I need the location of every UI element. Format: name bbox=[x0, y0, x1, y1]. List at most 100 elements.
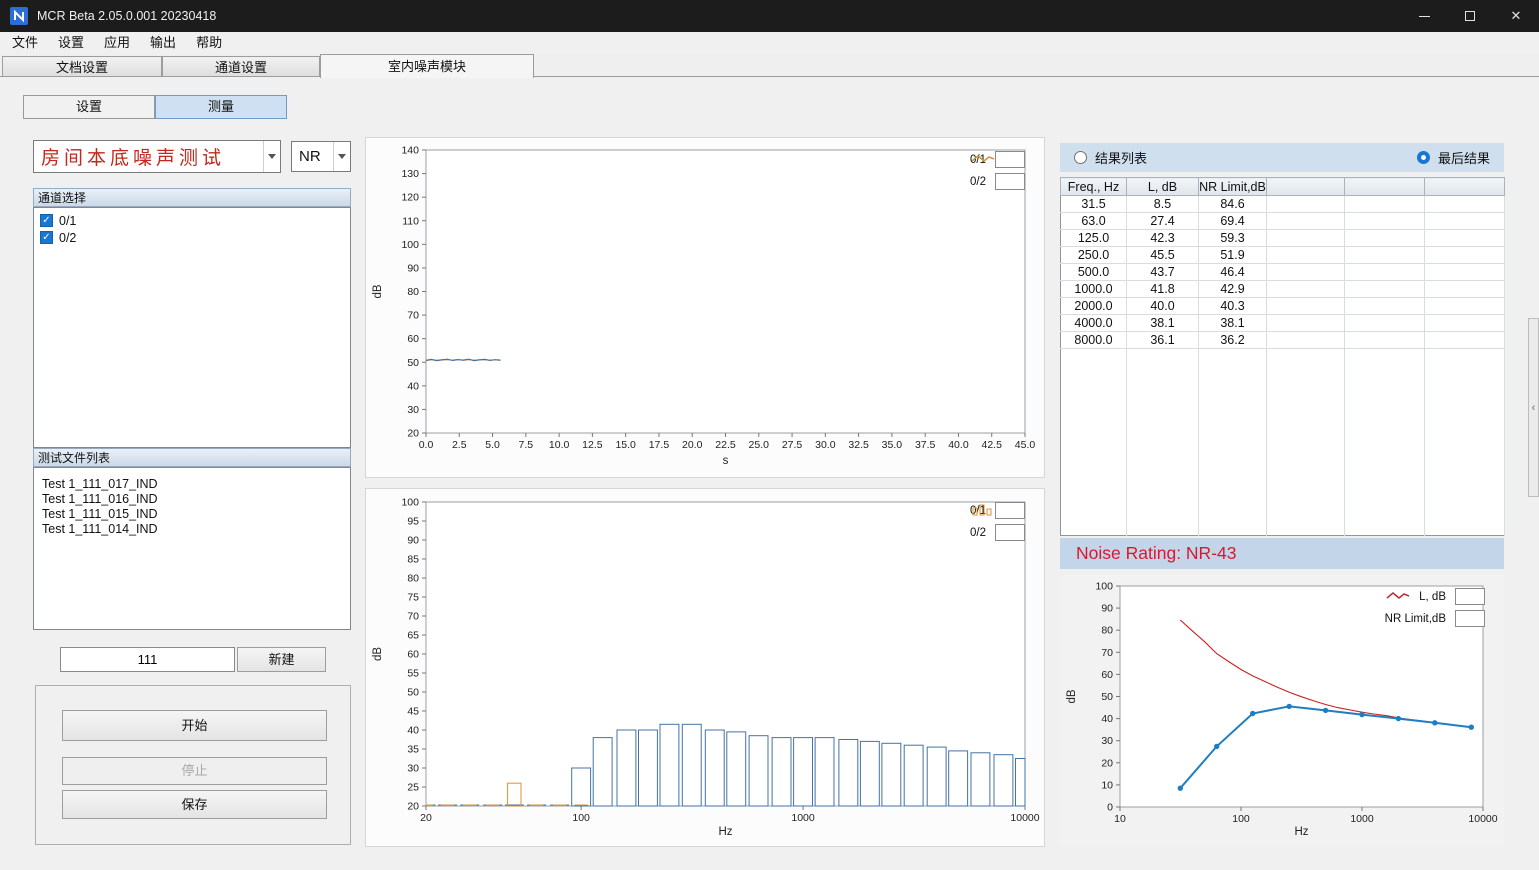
save-button[interactable]: 保存 bbox=[62, 790, 327, 819]
subtab[interactable]: 测量 bbox=[155, 95, 287, 119]
svg-text:s: s bbox=[723, 455, 729, 467]
minimize-button[interactable] bbox=[1401, 0, 1447, 32]
chevron-down-icon bbox=[338, 154, 346, 159]
table-cell bbox=[1425, 230, 1505, 247]
rating-type-combobox[interactable]: NR bbox=[291, 141, 351, 172]
svg-text:50: 50 bbox=[1101, 691, 1113, 703]
table-cell bbox=[1345, 298, 1425, 315]
svg-text:80: 80 bbox=[407, 573, 419, 585]
table-row[interactable]: 125.042.359.3 bbox=[1061, 230, 1505, 247]
table-row[interactable]: 1000.041.842.9 bbox=[1061, 281, 1505, 298]
svg-text:65: 65 bbox=[407, 630, 419, 642]
maximize-icon bbox=[1465, 11, 1475, 21]
svg-text:50: 50 bbox=[407, 357, 419, 369]
svg-text:20: 20 bbox=[1101, 757, 1113, 769]
file-list-item[interactable]: Test 1_111_015_IND bbox=[34, 507, 350, 522]
time-history-chart[interactable]: 20304050607080901001101201301400.02.55.0… bbox=[365, 137, 1045, 478]
table-cell: 250.0 bbox=[1061, 247, 1127, 264]
svg-text:40.0: 40.0 bbox=[948, 439, 969, 451]
spectrum-chart[interactable]: 2025303540455055606570758085909510020100… bbox=[365, 488, 1045, 847]
svg-text:10.0: 10.0 bbox=[549, 439, 570, 451]
new-button[interactable]: 新建 bbox=[237, 647, 326, 672]
menu-item[interactable]: 输出 bbox=[140, 32, 186, 54]
file-list-item[interactable]: Test 1_111_017_IND bbox=[34, 477, 350, 492]
minimize-icon bbox=[1419, 16, 1430, 17]
svg-text:10000: 10000 bbox=[1010, 812, 1039, 824]
collapse-panel-handle[interactable]: ‹ bbox=[1528, 318, 1539, 497]
chart-legend: 0/10/2 bbox=[970, 502, 1025, 541]
noise-rating-banner: Noise Rating: NR-43 bbox=[1060, 538, 1504, 569]
svg-text:dB: dB bbox=[372, 284, 384, 298]
menu-item[interactable]: 应用 bbox=[94, 32, 140, 54]
channel-listbox[interactable]: 0/10/2 bbox=[33, 207, 351, 448]
table-cell bbox=[1425, 213, 1505, 230]
table-row[interactable]: 8000.036.136.2 bbox=[1061, 332, 1505, 349]
legend-sample-line-icon[interactable] bbox=[1455, 610, 1485, 627]
table-header-cell[interactable] bbox=[1425, 178, 1505, 196]
file-name-input[interactable] bbox=[60, 647, 235, 672]
menu-item[interactable]: 文件 bbox=[2, 32, 48, 54]
legend-entry: 0/2 bbox=[970, 173, 1025, 190]
svg-text:40: 40 bbox=[407, 380, 419, 392]
radio-last-result[interactable]: 最后结果 bbox=[1417, 148, 1490, 167]
file-list-item[interactable]: Test 1_111_014_IND bbox=[34, 522, 350, 537]
channel-item[interactable]: 0/2 bbox=[34, 229, 350, 246]
table-cell bbox=[1267, 264, 1345, 281]
main-tab[interactable]: 通道设置 bbox=[162, 56, 320, 77]
table-header-cell[interactable] bbox=[1267, 178, 1345, 196]
channel-item[interactable]: 0/1 bbox=[34, 212, 350, 229]
svg-text:80: 80 bbox=[1101, 625, 1113, 637]
svg-text:60: 60 bbox=[407, 333, 419, 345]
table-row[interactable]: 31.58.584.6 bbox=[1061, 196, 1505, 213]
checkbox-checked-icon[interactable] bbox=[40, 214, 53, 227]
table-cell bbox=[1267, 196, 1345, 213]
table-header-cell[interactable]: NR Limit,dB bbox=[1199, 178, 1267, 196]
legend-sample-line-icon[interactable] bbox=[995, 173, 1025, 190]
table-row[interactable]: 4000.038.138.1 bbox=[1061, 315, 1505, 332]
legend-sample-bars-icon[interactable] bbox=[995, 524, 1025, 541]
table-row[interactable]: 500.043.746.4 bbox=[1061, 264, 1505, 281]
tabstrip: 文档设置通道设置室内噪声模块 bbox=[0, 54, 1539, 77]
main-tab[interactable]: 文档设置 bbox=[2, 56, 162, 77]
test-type-combobox[interactable]: 房间本底噪声测试 bbox=[33, 140, 281, 173]
table-header-cell[interactable]: L, dB bbox=[1127, 178, 1199, 196]
combo-dropdown-button[interactable] bbox=[263, 141, 280, 172]
menu-item[interactable]: 帮助 bbox=[186, 32, 232, 54]
table-row[interactable]: 250.045.551.9 bbox=[1061, 247, 1505, 264]
combo-dropdown-button[interactable] bbox=[333, 142, 350, 171]
svg-text:100: 100 bbox=[401, 497, 419, 509]
main-tab[interactable]: 室内噪声模块 bbox=[320, 54, 534, 78]
table-cell bbox=[1345, 247, 1425, 264]
svg-text:25.0: 25.0 bbox=[749, 439, 770, 451]
checkbox-checked-icon[interactable] bbox=[40, 231, 53, 244]
nr-rating-chart[interactable]: 010203040506070809010010100100010000HzdB… bbox=[1060, 575, 1504, 845]
file-list-item[interactable]: Test 1_111_016_IND bbox=[34, 492, 350, 507]
channel-label: 0/1 bbox=[59, 214, 76, 228]
start-button[interactable]: 开始 bbox=[62, 710, 327, 741]
svg-text:100: 100 bbox=[572, 812, 590, 824]
table-header-cell[interactable]: Freq., Hz bbox=[1061, 178, 1127, 196]
results-toolbar: 结果列表 最后结果 bbox=[1060, 143, 1504, 172]
menu-item[interactable]: 设置 bbox=[48, 32, 94, 54]
radio-result-list[interactable]: 结果列表 bbox=[1074, 148, 1147, 167]
subtab[interactable]: 设置 bbox=[23, 95, 155, 119]
table-cell bbox=[1425, 247, 1505, 264]
svg-text:40: 40 bbox=[407, 725, 419, 737]
maximize-button[interactable] bbox=[1447, 0, 1493, 32]
table-cell bbox=[1267, 230, 1345, 247]
table-row[interactable]: 2000.040.040.3 bbox=[1061, 298, 1505, 315]
table-cell: 41.8 bbox=[1127, 281, 1199, 298]
legend-sample-line-icon[interactable] bbox=[1455, 588, 1485, 605]
table-header-cell[interactable] bbox=[1345, 178, 1425, 196]
table-empty-row bbox=[1061, 417, 1505, 434]
table-row[interactable]: 63.027.469.4 bbox=[1061, 213, 1505, 230]
file-list-header: 测试文件列表 bbox=[33, 448, 351, 467]
legend-sample-bars-icon[interactable] bbox=[995, 502, 1025, 519]
table-cell bbox=[1267, 298, 1345, 315]
table-cell bbox=[1345, 281, 1425, 298]
svg-text:95: 95 bbox=[407, 516, 419, 528]
table-cell: 69.4 bbox=[1199, 213, 1267, 230]
close-button[interactable]: ✕ bbox=[1493, 0, 1539, 32]
test-file-listbox[interactable]: Test 1_111_017_INDTest 1_111_016_INDTest… bbox=[33, 467, 351, 630]
legend-sample-line-icon[interactable] bbox=[995, 151, 1025, 168]
